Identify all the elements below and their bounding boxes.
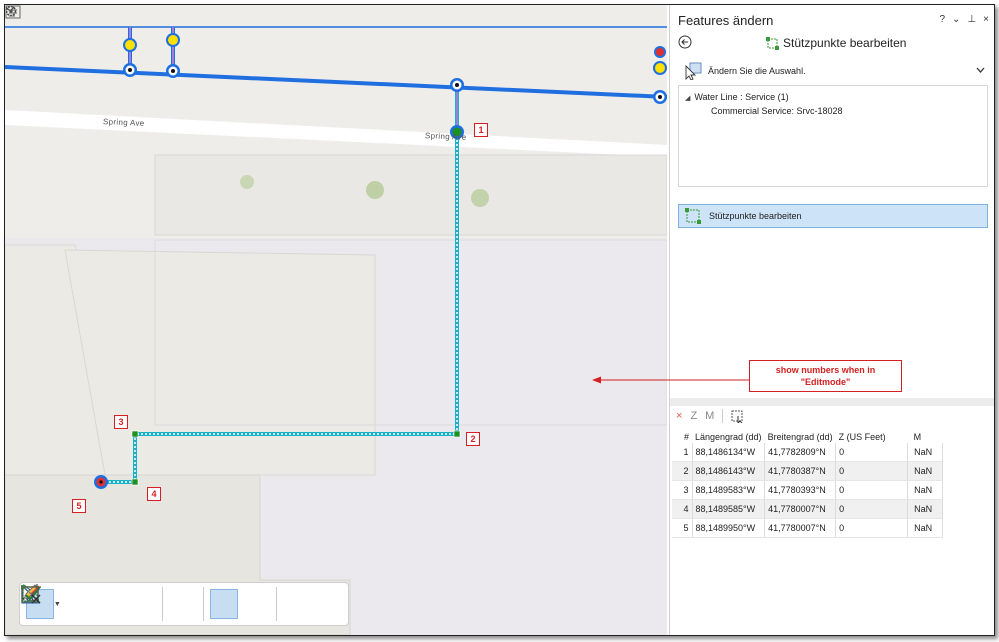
longitude-cell[interactable]: 88,1489950°W xyxy=(692,518,766,538)
latitude-cell[interactable]: 41,7780007°N xyxy=(764,499,837,519)
expand-triangle-icon[interactable]: ◢ xyxy=(685,95,690,102)
tool-title: Stützpunkte bearbeiten xyxy=(783,36,907,50)
sketch-tool[interactable] xyxy=(23,584,156,619)
latitude-cell[interactable]: 41,7780393°N xyxy=(764,480,837,500)
longitude-cell[interactable]: 88,1486143°W xyxy=(692,461,766,481)
vertex-select-icon[interactable] xyxy=(731,410,744,423)
table-row[interactable]: 2 88,1486143°W 41,7780387°N 0 NaN xyxy=(672,461,944,481)
toolbar-separator xyxy=(275,587,277,621)
z-cell[interactable]: 0 xyxy=(835,461,909,481)
latitude-cell[interactable]: 41,7782809°N xyxy=(764,443,837,462)
edit-vertices-item[interactable]: Stützpunkte bearbeiten xyxy=(678,204,988,228)
toolbar-separator xyxy=(162,587,164,621)
m-cell[interactable]: NaN xyxy=(907,499,944,519)
row-index: 3 xyxy=(672,480,693,500)
cut-tool[interactable] xyxy=(22,585,270,619)
vertex-grid-toolbar: × Z M xyxy=(676,409,744,423)
pane-title: Features ändern xyxy=(678,13,774,28)
delete-vertex-button[interactable]: × xyxy=(676,410,682,422)
table-row[interactable]: 3 88,1489583°W 41,7780393°N 0 NaN xyxy=(672,480,944,500)
chevron-down-icon[interactable] xyxy=(976,67,985,74)
vertex-number-3: 3 xyxy=(114,415,128,429)
selection-tree: ◢ Water Line : Service (1) Commercial Ser… xyxy=(678,85,988,187)
map-view[interactable]: Spring Ave Spring Ave 1 2 3 4 5 ▼ xyxy=(5,5,667,635)
column-header[interactable]: M xyxy=(908,430,943,443)
street-label: Spring Ave xyxy=(424,131,467,142)
m-cell[interactable]: NaN xyxy=(907,461,944,481)
vertices-edit-icon xyxy=(685,208,701,224)
change-selection-icon xyxy=(685,62,702,80)
z-cell[interactable]: 0 xyxy=(835,518,909,538)
annotation-callout: show numbers when in "Editmode" xyxy=(749,360,902,392)
latitude-cell[interactable]: 41,7780387°N xyxy=(764,461,837,481)
reshape-tool[interactable] xyxy=(21,584,197,619)
discard-sketch-tool[interactable] xyxy=(21,586,342,619)
select-dropdown[interactable]: ▼ xyxy=(54,601,61,608)
tool-header: Stützpunkte bearbeiten xyxy=(766,36,906,50)
help-icon[interactable]: ? xyxy=(939,14,945,25)
callout-line: "Editmode" xyxy=(800,377,851,387)
z-button[interactable]: Z xyxy=(690,410,697,422)
remove-vertex-tool[interactable] xyxy=(22,585,125,619)
longitude-cell[interactable]: 88,1489583°W xyxy=(692,480,766,500)
callout-arrow xyxy=(592,376,750,384)
finish-sketch-tool[interactable] xyxy=(21,586,310,619)
vertex-number-4: 4 xyxy=(147,487,161,501)
m-cell[interactable]: NaN xyxy=(907,480,944,500)
close-icon[interactable]: × xyxy=(983,14,989,25)
table-row[interactable]: 5 88,1489950°W 41,7780007°N 0 NaN xyxy=(672,518,944,538)
toolbar-separator xyxy=(722,409,724,423)
m-cell[interactable]: NaN xyxy=(907,443,944,462)
pane-controls: ? ⌄ ⊥ × xyxy=(939,14,989,25)
table-row[interactable]: 4 88,1489585°W 41,7780007°N 0 NaN xyxy=(672,499,944,519)
edit-vertices-label: Stützpunkte bearbeiten xyxy=(709,211,802,221)
row-index: 4 xyxy=(672,499,693,519)
toolbar-separator xyxy=(202,587,204,621)
modify-features-pane: Features ändern ? ⌄ ⊥ × Stützpunkte bear… xyxy=(669,5,994,635)
discard-sketch-icon xyxy=(21,586,41,604)
vertices-edit-icon xyxy=(766,36,779,50)
z-cell[interactable]: 0 xyxy=(835,499,909,519)
pin-icon[interactable]: ⊥ xyxy=(967,14,976,25)
longitude-cell[interactable]: 88,1486134°W xyxy=(692,443,766,462)
column-header[interactable]: Längengrad (dd) xyxy=(692,430,765,443)
application-window: Spring Ave Spring Ave 1 2 3 4 5 ▼ Featur… xyxy=(4,4,995,636)
table-row[interactable]: 1 88,1486134°W 41,7782809°N 0 NaN xyxy=(672,443,944,462)
tree-layer-item[interactable]: ◢ Water Line : Service (1) xyxy=(685,92,789,102)
street-label: Spring Ave xyxy=(102,117,145,128)
m-cell[interactable]: NaN xyxy=(907,518,944,538)
notes-icon[interactable] xyxy=(5,5,21,19)
z-cell[interactable]: 0 xyxy=(835,480,909,500)
z-cell[interactable]: 0 xyxy=(835,443,909,462)
finish-tool[interactable] xyxy=(21,587,238,619)
vertex-number-5: 5 xyxy=(72,499,86,513)
vertex-table: # Längengrad (dd) Breitengrad (dd) Z (US… xyxy=(672,430,944,538)
column-header[interactable]: # xyxy=(672,430,692,443)
edit-toolbar: ▼ xyxy=(19,582,349,626)
row-index: 1 xyxy=(672,443,693,462)
column-header[interactable]: Z (US Feet) xyxy=(836,430,908,443)
vertex-number-2: 2 xyxy=(466,432,480,446)
change-selection-label: Ändern Sie die Auswahl. xyxy=(708,66,806,76)
pane-divider[interactable] xyxy=(670,398,994,406)
tree-feature-item[interactable]: Commercial Service: Srvc-18028 xyxy=(711,106,843,116)
latitude-cell[interactable]: 41,7780007°N xyxy=(764,518,837,538)
map-canvas[interactable] xyxy=(5,5,667,635)
chevron-down-icon[interactable]: ⌄ xyxy=(952,14,960,25)
column-header[interactable]: Breitengrad (dd) xyxy=(765,430,836,443)
row-index: 5 xyxy=(672,518,693,538)
add-vertex-tool[interactable] xyxy=(22,585,93,619)
back-arrow-icon[interactable] xyxy=(678,35,692,49)
longitude-cell[interactable]: 88,1489585°W xyxy=(692,499,766,519)
m-button[interactable]: M xyxy=(705,410,714,422)
change-selection-button[interactable]: Ändern Sie die Auswahl. xyxy=(684,62,806,80)
callout-line: show numbers when in xyxy=(775,365,876,375)
row-index: 2 xyxy=(672,461,693,481)
vertex-number-1: 1 xyxy=(474,123,488,137)
